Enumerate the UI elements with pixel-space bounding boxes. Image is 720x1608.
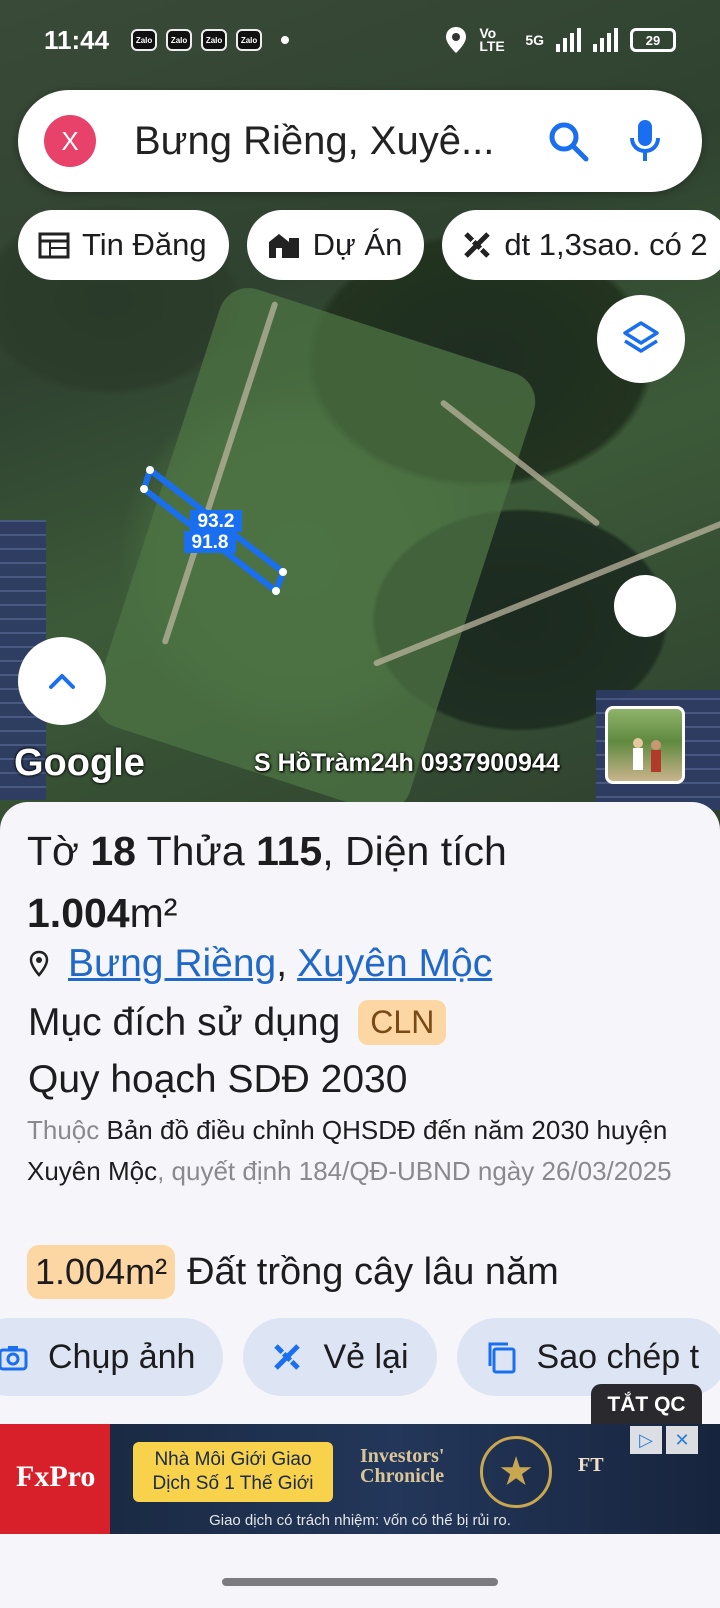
- award-star-icon: ★: [480, 1436, 552, 1508]
- planning-description: Thuộc Bản đồ điều chỉnh QHSDĐ đến năm 20…: [27, 1110, 687, 1192]
- purpose-code-badge: CLN: [358, 1000, 447, 1045]
- chip-label: Dự Án: [312, 227, 403, 262]
- signal-strength-icon: [556, 28, 581, 52]
- network-type-label: 5G: [525, 32, 544, 48]
- purpose-label: Mục đích sử dụng: [28, 1000, 341, 1044]
- chip-tin-dang[interactable]: Tin Đăng: [18, 210, 229, 280]
- parcel-title: Tờ 18 Thửa 115, Diện tích 1.004m²: [27, 820, 697, 944]
- chip-label: dt 1,3sao. có 2: [504, 227, 708, 262]
- plot-length-top: 93.2: [198, 511, 235, 532]
- parcel-info-sheet: Tờ 18 Thửa 115, Diện tích 1.004m² Bưng R…: [0, 802, 720, 1422]
- location-separator: ,: [276, 942, 288, 985]
- ad-controls: ▷ ✕: [630, 1426, 698, 1454]
- redraw-button[interactable]: Vẻ lại: [243, 1318, 437, 1396]
- title-suffix: , Diện tích: [322, 828, 507, 874]
- street-photo-thumbnail[interactable]: [605, 706, 685, 784]
- parcel-number: 115: [256, 828, 323, 874]
- ad-choices-icon[interactable]: ▷: [630, 1426, 662, 1454]
- ad-disclaimer: Giao dịch có trách nhiệm: vốn có thể bị …: [209, 1512, 511, 1529]
- zalo-notification-icon: Zalo: [201, 29, 228, 51]
- battery-icon: 29: [630, 28, 676, 52]
- planning-desc-prefix: Thuộc: [27, 1115, 107, 1145]
- area-unit: m²: [129, 890, 178, 936]
- land-use-area-line: 1.004m² Đất trồng cây lâu năm: [27, 1245, 559, 1299]
- close-icon: X: [61, 125, 79, 156]
- redraw-icon: [274, 1344, 301, 1370]
- sheet-number: 18: [90, 828, 136, 874]
- take-photo-button[interactable]: Chụp ảnh: [0, 1318, 224, 1396]
- my-location-marker[interactable]: [614, 575, 676, 637]
- hide-ads-button[interactable]: TẮT QC: [591, 1384, 702, 1426]
- buildings-icon: [268, 234, 299, 258]
- action-label: Vẻ lại: [323, 1337, 409, 1376]
- ad-brand-logo: FxPro: [16, 1460, 96, 1493]
- location-district-link[interactable]: Xuyên Mộc: [297, 942, 492, 986]
- ad-cta-text: Nhà Môi Giới Giao Dịch Số 1 Thế Giới: [133, 1442, 333, 1502]
- clear-search-button[interactable]: X: [44, 115, 96, 167]
- area-badge: 1.004m²: [27, 1245, 176, 1299]
- ad-ft-logo: FT: [578, 1454, 604, 1476]
- layers-icon: [623, 321, 659, 353]
- action-label: Sao chép t: [536, 1337, 700, 1376]
- title-prefix: Tờ: [27, 828, 91, 874]
- chip-du-an[interactable]: Dự Án: [246, 210, 425, 280]
- filter-chips: Tin Đăng Dự Án dt 1,3sao. có 2: [18, 210, 720, 280]
- status-time: 11:44: [44, 24, 110, 55]
- purpose-line: Mục đích sử dụng CLN: [28, 1000, 447, 1045]
- search-bar[interactable]: X Bưng Riềng, Xuyê...: [18, 90, 702, 192]
- search-input[interactable]: Bưng Riềng, Xuyê...: [134, 119, 524, 164]
- location-line: Bưng Riềng, Xuyên Mộc: [28, 942, 492, 986]
- ad-close-icon[interactable]: ✕: [666, 1426, 698, 1454]
- google-logo: Google: [14, 742, 145, 784]
- measure-cross-icon: [464, 232, 491, 258]
- map-watermark: S HồTràm24h 0937900944: [254, 749, 560, 777]
- status-bar: 11:44 Zalo Zalo Zalo Zalo Vo LTE 5G 29: [0, 0, 720, 80]
- plot-length-bottom: 91.8: [192, 532, 229, 553]
- zalo-notification-icon: Zalo: [166, 29, 193, 51]
- copy-icon: [488, 1342, 516, 1374]
- land-type-label: Đất trồng cây lâu năm: [187, 1250, 559, 1293]
- map-view[interactable]: 93.2 91.8 11:44 Zalo Zalo Zalo Zalo Vo L…: [0, 0, 720, 830]
- location-pin-icon: [29, 950, 49, 977]
- ad-banner[interactable]: FxPro Nhà Môi Giới Giao Dịch Số 1 Thế Gi…: [0, 1424, 720, 1534]
- action-label: Chụp ảnh: [48, 1337, 196, 1376]
- planning-title: Quy hoạch SDĐ 2030: [28, 1058, 408, 1101]
- chip-label: Tin Đăng: [82, 227, 207, 262]
- zalo-notification-icon: Zalo: [131, 29, 158, 51]
- location-pin-icon: [446, 27, 467, 53]
- status-right: Vo LTE 5G 29: [445, 26, 676, 54]
- planning-desc-decision: , quyết định 184/QĐ-UBND ngày 26/03/2025: [157, 1156, 672, 1186]
- chip-measurement[interactable]: dt 1,3sao. có 2: [442, 210, 720, 280]
- battery-level: 29: [645, 32, 661, 48]
- camera-icon: [0, 1346, 28, 1371]
- zalo-notification-icon: Zalo: [236, 29, 263, 51]
- volte-label: Vo LTE: [479, 25, 505, 54]
- expand-up-button[interactable]: [18, 637, 106, 725]
- title-mid: Thửa: [135, 828, 257, 874]
- map-layers-button[interactable]: [597, 295, 685, 383]
- microphone-icon[interactable]: [628, 118, 662, 164]
- signal-strength-icon: [593, 28, 618, 52]
- calendar-grid-icon: [38, 232, 70, 259]
- area-total: 1.004: [27, 890, 130, 936]
- search-icon[interactable]: [546, 119, 590, 163]
- ad-magazine-logo: Investors' Chronicle: [360, 1445, 445, 1487]
- location-ward-link[interactable]: Bưng Riềng: [68, 942, 276, 986]
- chevron-up-icon: [49, 674, 75, 689]
- more-notifications-dot: [281, 36, 290, 44]
- home-indicator[interactable]: [222, 1578, 498, 1586]
